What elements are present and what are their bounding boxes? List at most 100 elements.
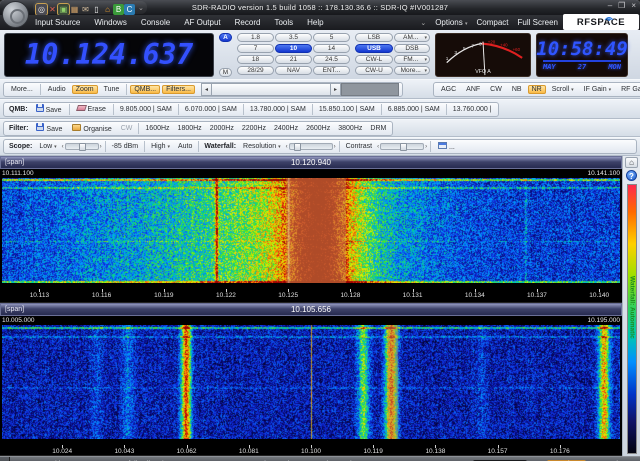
qmb-erase-button[interactable]: Erase	[73, 104, 110, 114]
minimize-icon[interactable]: –	[608, 1, 612, 10]
panel1-header[interactable]: [span] 10.120.940	[0, 156, 622, 169]
home-icon[interactable]: ⌂	[625, 157, 638, 168]
waterfall-resolution-dropdown[interactable]: Resolution ▾	[240, 142, 284, 151]
scroll-dropdown[interactable]: Scroll ▾	[548, 85, 578, 94]
qmb-entry[interactable]: 15.850.100 | SAM	[316, 105, 378, 114]
app-logo-knob[interactable]	[2, 1, 29, 28]
band-21[interactable]: 21	[275, 55, 312, 64]
help-icon[interactable]: ?	[626, 170, 637, 181]
band-10[interactable]: 10	[275, 44, 312, 53]
qmb-button[interactable]: QMB...	[130, 85, 160, 94]
agc-toggle[interactable]: AGC	[437, 85, 460, 94]
spectrum-scrollbar[interactable]: ◂ ▸	[201, 83, 399, 96]
collapse-left-icon[interactable]: ‹	[0, 457, 10, 461]
qmb-entry[interactable]: 13.780.000 | SAM	[247, 105, 309, 114]
target-icon[interactable]: ◎	[36, 4, 47, 15]
panel2-header[interactable]: [span] 10.105.656	[0, 303, 622, 316]
mode-more[interactable]: More...▾	[394, 66, 430, 75]
menu-tools[interactable]: Tools	[274, 18, 293, 27]
filters-button[interactable]: Filters...	[162, 85, 195, 94]
memory-button[interactable]: M	[219, 68, 232, 77]
mode-am[interactable]: AM...▾	[394, 33, 430, 42]
menu-windows[interactable]: Windows	[94, 18, 126, 27]
band-7[interactable]: 7	[237, 44, 274, 53]
mode-cw-u[interactable]: CW-U	[355, 66, 393, 75]
menu-record[interactable]: Record	[235, 18, 261, 27]
rf-gain-dropdown[interactable]: RF Gain ▾	[617, 85, 640, 94]
tune-button[interactable]: Tune	[100, 85, 124, 94]
audio-button[interactable]: Audio	[44, 85, 70, 94]
menu-console[interactable]: Console	[141, 18, 170, 27]
nr-toggle[interactable]: NR	[528, 85, 546, 94]
close-icon[interactable]: ×	[631, 1, 636, 10]
mode-cw-l[interactable]: CW-L	[355, 55, 393, 64]
band-5[interactable]: 5	[313, 33, 350, 42]
options-menu[interactable]: Options ▾	[435, 18, 467, 27]
chevron-down-icon[interactable]: ⌄	[420, 19, 426, 27]
mode-lsb[interactable]: LSB	[355, 33, 393, 42]
panel1-frequency-scale[interactable]: 10.11310.11610.11910.12210.12510.12810.1…	[0, 288, 622, 303]
filter-organise-button[interactable]: Organise	[68, 123, 115, 134]
scope-low-slider[interactable]: ‹ ›	[62, 143, 102, 150]
filter-width-drm[interactable]: DRM	[367, 124, 389, 133]
calendar-icon[interactable]: ▦	[69, 4, 80, 15]
band-24-5[interactable]: 24.5	[313, 55, 350, 64]
cw-toggle[interactable]: CW	[486, 85, 506, 94]
filter-save-button[interactable]: Save	[32, 122, 66, 134]
panel2-frequency-scale[interactable]: 10.02410.04310.06210.08110.10010.11910.1…	[0, 444, 622, 456]
qmb-entry[interactable]: 9.805.000 | SAM	[117, 105, 175, 114]
filter-width-2200[interactable]: 2200Hz	[239, 124, 269, 133]
band-3-5[interactable]: 3.5	[275, 33, 312, 42]
mode-dsb[interactable]: DSB	[394, 44, 430, 53]
menu-af-output[interactable]: AF Output	[184, 18, 220, 27]
chevron-down-icon[interactable]: ⌄	[138, 4, 144, 12]
scope-high-dropdown[interactable]: High ▾	[148, 142, 173, 151]
menu-help[interactable]: Help	[307, 18, 323, 27]
band-28-29[interactable]: 28/29	[237, 66, 274, 75]
band-ent[interactable]: ENT...	[313, 66, 350, 75]
scope-auto-button[interactable]: Auto	[175, 142, 195, 151]
c-icon[interactable]: C	[124, 4, 135, 15]
full-screen-button[interactable]: Full Screen	[518, 18, 558, 27]
filter-width-2000[interactable]: 2000Hz	[207, 124, 237, 133]
waterfall-resolution-slider[interactable]: ‹ ›	[286, 143, 336, 150]
band-14[interactable]: 14	[313, 44, 350, 53]
filter-width-1800[interactable]: 1800Hz	[175, 124, 205, 133]
document-icon[interactable]: ▯	[91, 4, 102, 15]
frequency-display[interactable]: 10.124.637	[4, 33, 214, 77]
qmb-entry[interactable]: 6.885.000 | SAM	[385, 105, 443, 114]
home-icon[interactable]: ⌂	[102, 4, 113, 15]
zoom-button[interactable]: Zoom	[72, 85, 98, 94]
waterfall-legend-bar[interactable]: Waterfall: Automatic	[627, 184, 637, 454]
layout-button[interactable]: ...	[434, 141, 459, 152]
qmb-save-button[interactable]: Save	[32, 103, 66, 115]
band-nav[interactable]: NAV	[275, 66, 312, 75]
qmb-entry[interactable]: 13.760.000 |	[450, 105, 495, 114]
compact-button[interactable]: Compact	[477, 18, 509, 27]
qmb-entry[interactable]: 6.070.000 | SAM	[182, 105, 240, 114]
more-button[interactable]: More...	[7, 85, 37, 94]
band-1-8[interactable]: 1.8	[237, 33, 274, 42]
menu-input-source[interactable]: Input Source	[35, 18, 80, 27]
filter-width-2400[interactable]: 2400Hz	[271, 124, 301, 133]
filter-width-2600[interactable]: 2600Hz	[303, 124, 333, 133]
vfo-a-button[interactable]: A	[219, 33, 232, 42]
mode-fm[interactable]: FM...▾	[394, 55, 430, 64]
filter-width-3800[interactable]: 3800Hz	[335, 124, 365, 133]
filter-cw-button[interactable]: CW	[118, 124, 136, 133]
contact-icon[interactable]: ✉	[80, 4, 91, 15]
mode-usb[interactable]: USB	[355, 44, 393, 53]
filter-width-1600[interactable]: 1600Hz	[142, 124, 172, 133]
tools-icon[interactable]: ✕	[47, 4, 58, 15]
waterfall-contrast-slider[interactable]: ‹ ›	[377, 143, 427, 150]
band-18[interactable]: 18	[237, 55, 274, 64]
panel2-waterfall[interactable]	[2, 325, 620, 439]
panel1-waterfall[interactable]	[2, 178, 620, 283]
if-gain-dropdown[interactable]: IF Gain ▾	[580, 85, 615, 94]
nb-toggle[interactable]: NB	[508, 85, 526, 94]
b-icon[interactable]: B	[113, 4, 124, 15]
maximize-icon[interactable]: ❐	[618, 1, 625, 10]
display-icon[interactable]: ▣	[58, 4, 69, 15]
anf-toggle[interactable]: ANF	[462, 85, 484, 94]
scope-low-dropdown[interactable]: Low ▾	[36, 142, 59, 151]
